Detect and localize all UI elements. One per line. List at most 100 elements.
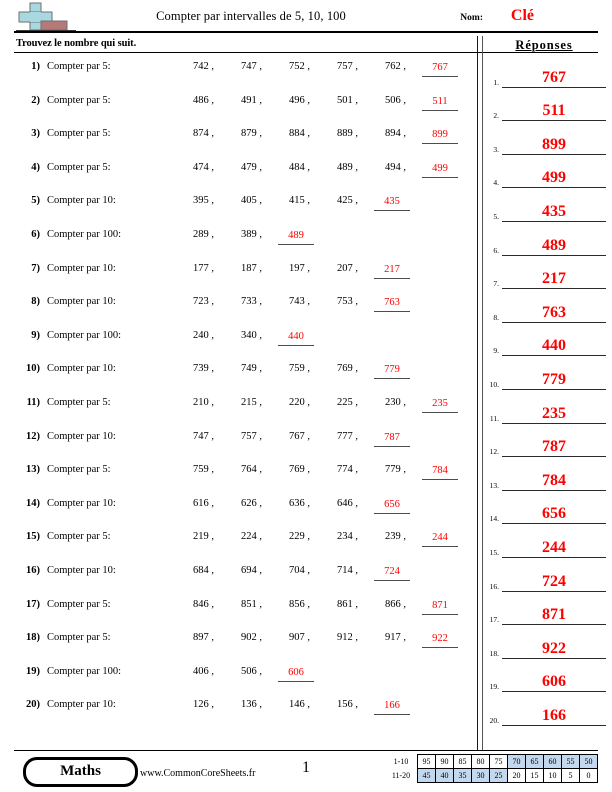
sequence-term: 506 , xyxy=(241,665,262,677)
answer-blank[interactable]: 499 xyxy=(422,162,458,178)
answer-blank[interactable]: 787 xyxy=(374,431,410,447)
answer-key-row: 11. 235 xyxy=(484,395,608,429)
problem-label: Compter par 5: xyxy=(47,598,111,610)
sequence-term: 897 , xyxy=(193,632,214,644)
sequence-term: 757 , xyxy=(337,61,358,72)
sequence-term: 126 , xyxy=(193,699,214,711)
answer-blank[interactable]: 166 xyxy=(374,699,410,716)
answer-key-row: 4. 499 xyxy=(484,160,608,194)
answer-key-row: 12. 787 xyxy=(484,429,608,463)
answer-key-value: 606 xyxy=(542,673,566,691)
score-cell[interactable]: 85 xyxy=(453,754,472,769)
sequence-term: 694 , xyxy=(241,564,262,576)
answer-key-row: 17. 871 xyxy=(484,597,608,631)
score-cell[interactable]: 50 xyxy=(579,754,598,769)
sequence-term: 225 , xyxy=(337,396,358,408)
score-cell[interactable]: 60 xyxy=(543,754,562,769)
sequence-term: 136 , xyxy=(241,699,262,711)
score-cell[interactable]: 45 xyxy=(417,768,436,783)
number-sequence: 210 , 215 , 220 , 225 , 230 , 235 xyxy=(180,397,470,417)
sequence-term: 177 , xyxy=(193,262,214,274)
sequence-term: 340 , xyxy=(241,329,262,341)
answer-key-index: 4. xyxy=(493,178,499,188)
answer-blank[interactable]: 244 xyxy=(422,531,458,548)
score-cell[interactable]: 15 xyxy=(525,768,544,783)
answer-blank[interactable]: 922 xyxy=(422,632,458,649)
answer-blank[interactable]: 435 xyxy=(374,195,410,212)
sequence-term: 774 , xyxy=(337,464,358,476)
problem-number: 17) xyxy=(26,598,40,610)
answer-key-value: 767 xyxy=(542,68,566,86)
sequence-term: 762 , xyxy=(385,61,406,72)
answer-blank[interactable]: 235 xyxy=(422,397,458,413)
answer-blank[interactable]: 489 xyxy=(278,229,314,245)
answer-blank[interactable]: 763 xyxy=(374,296,410,313)
sequence-term: 491 , xyxy=(241,94,262,106)
score-cell[interactable]: 40 xyxy=(435,768,454,783)
answer-blank[interactable]: 606 xyxy=(278,666,314,682)
problem-number: 14) xyxy=(26,497,40,509)
answer-blank[interactable]: 899 xyxy=(422,128,458,145)
score-cell[interactable]: 30 xyxy=(471,768,490,783)
problem-number: 8) xyxy=(31,296,40,308)
score-cell[interactable]: 95 xyxy=(417,754,436,769)
score-cell[interactable]: 65 xyxy=(525,754,544,769)
answer-blank[interactable]: 871 xyxy=(422,599,458,615)
score-cell[interactable]: 0 xyxy=(579,768,598,783)
answer-blank[interactable]: 656 xyxy=(374,498,410,514)
problem-label: Compter par 5: xyxy=(47,61,111,72)
number-sequence: 126 , 136 , 146 , 156 , 166 xyxy=(180,699,470,719)
sequence-term: 866 , xyxy=(385,598,406,610)
score-cell[interactable]: 90 xyxy=(435,754,454,769)
sequence-term: 616 , xyxy=(193,497,214,509)
sequence-term: 239 , xyxy=(385,531,406,543)
sequence-term: 723 , xyxy=(193,296,214,308)
problem-row: 10) Compter par 10: 739 , 749 , 759 , 769 , 77… xyxy=(0,359,470,393)
score-cell[interactable]: 80 xyxy=(471,754,490,769)
answer-blank[interactable]: 779 xyxy=(374,363,410,380)
sequence-term: 879 , xyxy=(241,128,262,140)
answer-blank[interactable]: 217 xyxy=(374,263,410,279)
score-cell[interactable]: 75 xyxy=(489,754,508,769)
score-cell[interactable]: 55 xyxy=(561,754,580,769)
answer-blank[interactable]: 784 xyxy=(422,464,458,481)
problem-row: 11) Compter par 5: 210 , 215 , 220 , 225 , 230… xyxy=(0,393,470,427)
number-sequence: 747 , 757 , 767 , 777 , 787 xyxy=(180,431,470,451)
answer-blank[interactable]: 724 xyxy=(374,565,410,581)
answer-key-row: 15. 244 xyxy=(484,529,608,563)
number-sequence: 219 , 224 , 229 , 234 , 239 , 244 xyxy=(180,531,470,551)
score-cell[interactable]: 25 xyxy=(489,768,508,783)
answer-key-row: 3. 899 xyxy=(484,126,608,160)
answer-key-index: 14. xyxy=(489,514,499,524)
number-sequence: 395 , 405 , 415 , 425 , 435 xyxy=(180,195,470,215)
sequence-term: 874 , xyxy=(193,128,214,140)
answer-key-value: 899 xyxy=(542,135,566,153)
footer-divider xyxy=(14,750,598,751)
score-cell[interactable]: 10 xyxy=(543,768,562,783)
answer-key-value: 244 xyxy=(542,538,566,556)
score-cell[interactable]: 70 xyxy=(507,754,526,769)
score-cell[interactable]: 35 xyxy=(453,768,472,783)
answer-key-index: 1. xyxy=(493,77,499,87)
number-sequence: 742 , 747 , 752 , 757 , 762 , 767 xyxy=(180,61,470,81)
sequence-term: 902 , xyxy=(241,632,262,644)
answer-key-value: 440 xyxy=(542,337,566,355)
answer-key-index: 20. xyxy=(489,715,499,725)
answer-key-value: 166 xyxy=(542,706,566,724)
answer-blank[interactable]: 440 xyxy=(278,330,314,346)
score-cell[interactable]: 20 xyxy=(507,768,526,783)
sequence-term: 757 , xyxy=(241,430,262,442)
answer-key-row: 16. 724 xyxy=(484,563,608,597)
answer-key-index: 7. xyxy=(493,279,499,289)
sequence-term: 714 , xyxy=(337,564,358,576)
sequence-term: 230 , xyxy=(385,396,406,408)
sequence-term: 234 , xyxy=(337,531,358,543)
number-sequence: 723 , 733 , 743 , 753 , 763 xyxy=(180,296,470,316)
name-label: Nom: xyxy=(460,13,483,23)
sequence-term: 496 , xyxy=(289,94,310,106)
answer-blank[interactable]: 767 xyxy=(422,61,458,77)
answer-key-value: 922 xyxy=(542,639,566,657)
problem-label: Compter par 10: xyxy=(47,296,116,308)
answer-blank[interactable]: 511 xyxy=(422,95,458,111)
score-cell[interactable]: 5 xyxy=(561,768,580,783)
